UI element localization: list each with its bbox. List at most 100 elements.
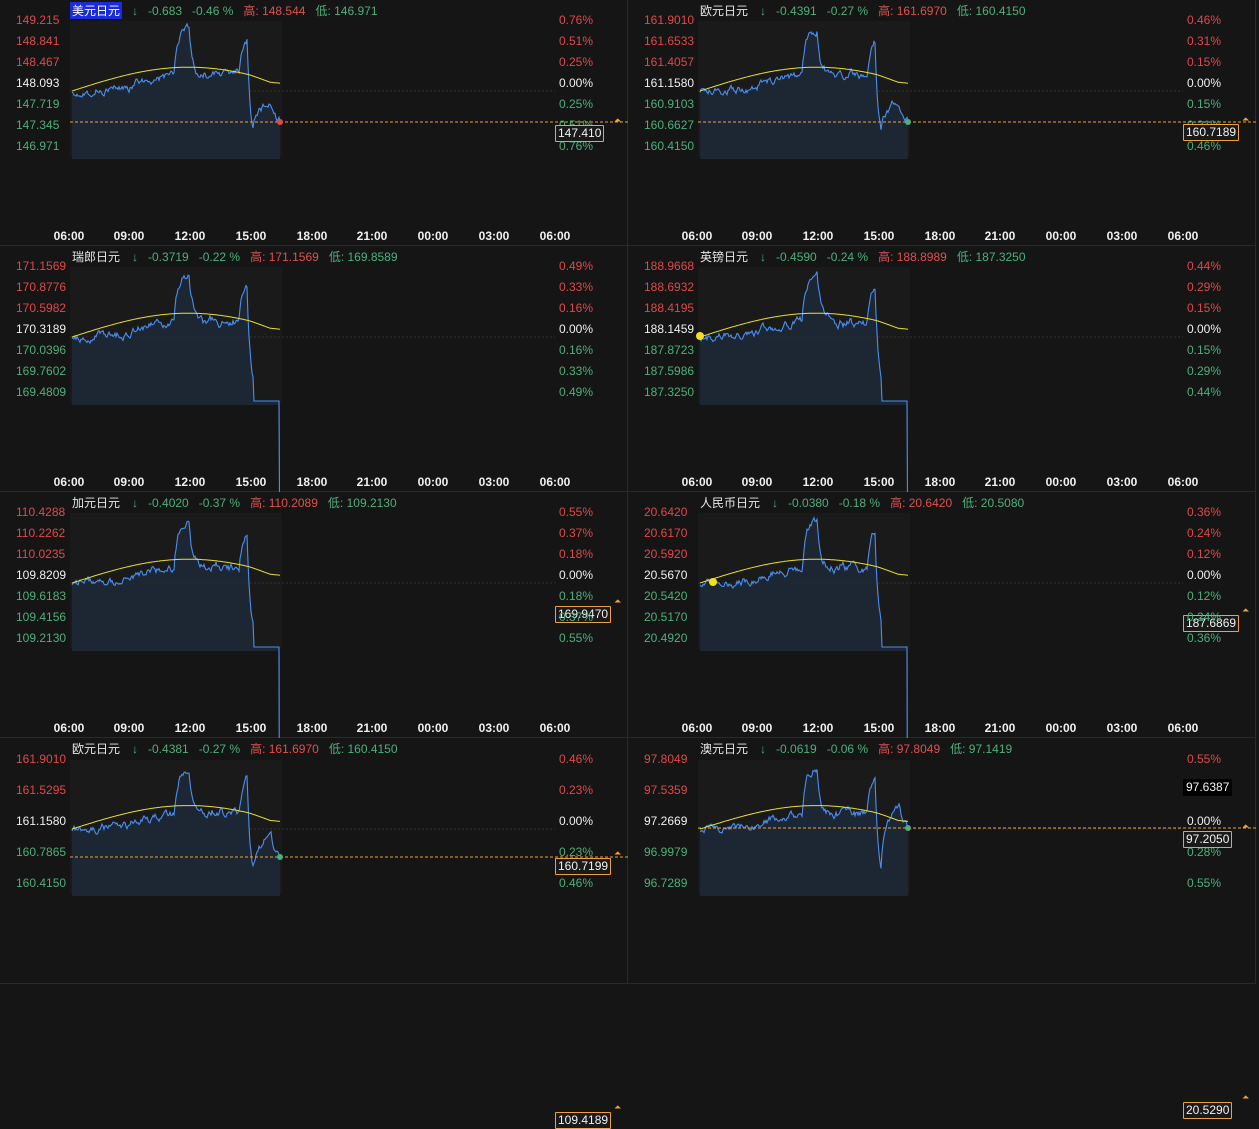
chart-panel-5[interactable]: 加元日元 ↓ -0.4020 -0.37 % 高: 110.2089 低: 109.213… (0, 492, 628, 1129)
chart-panel-4[interactable]: 英镑日元 ↓ -0.4590 -0.24 % 高: 188.8989 低: 187.325… (628, 246, 1256, 632)
time-axis-label: 15:00 (863, 475, 895, 489)
percent-axis-label: 0.44% (1187, 259, 1222, 273)
percent-axis-label: 0.51% (559, 34, 594, 48)
time-axis-label: 18:00 (296, 229, 328, 243)
price-axis-label: 148.467 (16, 55, 60, 69)
percent-axis-label: 0.46% (559, 752, 594, 766)
expand-caret-icon[interactable]: ⏶ (1242, 1092, 1249, 1103)
chart-panel-3[interactable]: 瑞郎日元 ↓ -0.3719 -0.22 % 高: 171.1569 低: 169.858… (0, 246, 628, 623)
price-axis-label: 161.9010 (644, 13, 695, 27)
time-axis-label: 06:00 (681, 475, 713, 489)
price-axis-label: 110.2262 (16, 526, 66, 540)
change-percent: -0.46 % (192, 3, 234, 18)
panel-header: 美元日元 ↓ -0.683 -0.46 % 高: 148.544 低: 146.971 (70, 2, 378, 19)
panel-header: 欧元日元 ↓ -0.4381 -0.27 % 高: 161.6970 低: 160.415… (70, 740, 398, 757)
low-value: 低: 146.971 (315, 4, 378, 18)
time-axis-label: 06:00 (539, 475, 571, 489)
chart-panel-8[interactable]: 澳元日元 ↓ -0.0619 -0.06 % 高: 97.8049 低: 97.1419 9… (628, 738, 1256, 984)
time-axis-label: 00:00 (417, 475, 449, 489)
time-axis-label: 12:00 (802, 475, 834, 489)
time-axis-label: 06:00 (53, 475, 85, 489)
change-value: -0.4381 (148, 741, 189, 756)
current-price-label: 147.410 (555, 125, 605, 142)
symbol-name[interactable]: 欧元日元 (698, 2, 750, 19)
time-axis-label: 12:00 (174, 475, 206, 489)
expand-caret-icon[interactable]: ⏶ (1242, 114, 1249, 125)
price-axis-label: 160.7865 (16, 845, 67, 859)
percent-axis-label: 0.23% (559, 783, 594, 797)
time-axis-label: 18:00 (924, 229, 956, 243)
percent-axis-label: 0.15% (1187, 301, 1222, 315)
price-axis-label: 187.3250 (644, 385, 695, 399)
symbol-name[interactable]: 瑞郎日元 (70, 248, 122, 265)
percent-axis-label: 0.36% (1187, 631, 1222, 645)
current-price-label: 20.5290 (1183, 1102, 1233, 1119)
percent-axis-label: 0.46% (1187, 13, 1222, 27)
price-axis-label: 161.5295 (16, 783, 67, 797)
change-percent: -0.06 % (826, 741, 869, 756)
time-axis-label: 03:00 (478, 721, 510, 735)
time-axis-label: 06:00 (539, 721, 571, 735)
time-axis-label: 09:00 (113, 475, 145, 489)
symbol-name[interactable]: 美元日元 (70, 2, 123, 19)
price-axis-label: 160.4150 (644, 139, 695, 153)
percent-axis-label: 0.33% (559, 364, 594, 378)
percent-axis-label: 0.00% (559, 568, 594, 582)
price-axis-label: 171.1569 (16, 259, 67, 273)
percent-axis-label: 0.18% (559, 547, 594, 561)
price-axis-label: 148.093 (16, 76, 60, 90)
time-axis-label: 15:00 (235, 475, 267, 489)
marker-dot (696, 332, 704, 340)
chart-panel-1[interactable]: 美元日元 ↓ -0.683 -0.46 % 高: 148.544 低: 146.971 14… (0, 0, 628, 246)
time-axis-label: 00:00 (417, 229, 449, 243)
time-axis-label: 15:00 (863, 721, 895, 735)
symbol-name[interactable]: 英镑日元 (698, 248, 750, 265)
expand-caret-icon[interactable]: ⏶ (1242, 821, 1249, 832)
price-axis-label: 147.719 (16, 97, 60, 111)
high-value: 高: 171.1569 (250, 250, 319, 264)
down-arrow-icon: ↓ (760, 741, 767, 756)
price-axis-label: 161.1580 (16, 814, 67, 828)
chart-panel-7[interactable]: 欧元日元 ↓ -0.4381 -0.27 % 高: 161.6970 低: 160.415… (0, 738, 628, 984)
price-axis-label: 109.8209 (16, 568, 67, 582)
symbol-name[interactable]: 欧元日元 (70, 740, 122, 757)
price-axis-label: 110.4288 (16, 505, 66, 519)
time-axis-label: 03:00 (1106, 721, 1138, 735)
price-axis-label: 148.841 (16, 34, 60, 48)
time-axis-label: 09:00 (741, 229, 773, 243)
time-axis-label: 06:00 (53, 721, 85, 735)
time-axis-label: 00:00 (417, 721, 449, 735)
high-value: 高: 161.6970 (878, 4, 947, 18)
symbol-name[interactable]: 人民币日元 (698, 494, 762, 511)
change-value: -0.4590 (776, 249, 817, 264)
expand-caret-icon[interactable]: ⏶ (614, 848, 621, 859)
price-axis-label: 20.6420 (644, 505, 688, 519)
price-axis-label: 147.345 (16, 118, 60, 132)
high-value: 高: 161.6970 (250, 742, 319, 756)
last-price-dot (277, 854, 283, 860)
percent-axis-label: 0.00% (1187, 568, 1222, 582)
price-axis-label: 149.215 (16, 13, 60, 27)
time-axis-label: 12:00 (174, 721, 206, 735)
change-value: -0.4391 (776, 3, 817, 18)
percent-axis-label: 0.00% (1187, 76, 1222, 90)
chart-panel-2[interactable]: 欧元日元 ↓ -0.4391 -0.27 % 高: 161.6970 低: 160.415… (628, 0, 1256, 246)
expand-caret-icon[interactable]: ⏶ (614, 1102, 621, 1113)
time-axis-label: 00:00 (1045, 229, 1077, 243)
percent-axis-label: 0.76% (559, 13, 594, 27)
price-chart (70, 267, 555, 492)
percent-axis-label: 0.49% (559, 385, 594, 399)
panel-header: 加元日元 ↓ -0.4020 -0.37 % 高: 110.2089 低: 109.213… (70, 494, 397, 511)
symbol-name[interactable]: 加元日元 (70, 494, 122, 511)
high-value: 高: 20.6420 (890, 496, 953, 510)
time-axis-label: 06:00 (53, 229, 85, 243)
price-axis-label: 188.6932 (644, 280, 695, 294)
symbol-name[interactable]: 澳元日元 (698, 740, 750, 757)
percent-axis-label: 0.36% (1187, 505, 1222, 519)
expand-caret-icon[interactable]: ⏶ (614, 115, 621, 126)
chart-panel-6[interactable]: 人民币日元 ↓ -0.0380 -0.18 % 高: 20.6420 低: 20.5080… (628, 492, 1256, 1119)
price-axis-label: 170.5982 (16, 301, 67, 315)
low-value: 低: 160.4150 (956, 4, 1026, 18)
change-percent: -0.37 % (198, 495, 241, 510)
time-axis-label: 03:00 (1106, 475, 1138, 489)
